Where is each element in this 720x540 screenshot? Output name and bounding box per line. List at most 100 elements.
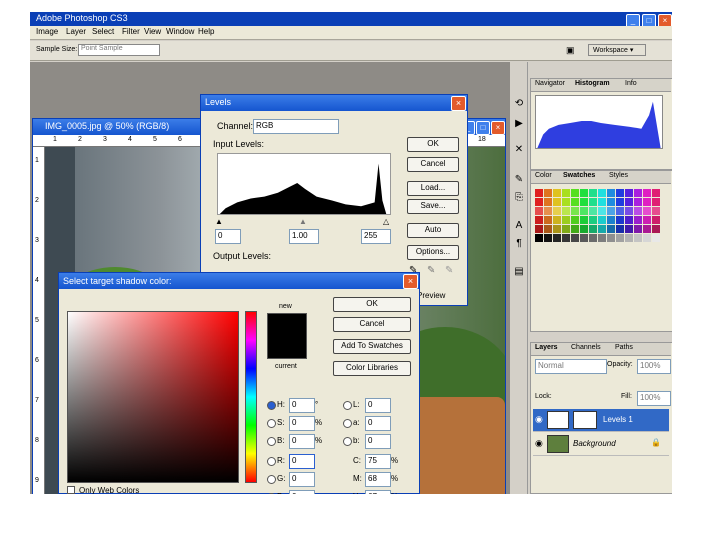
fill-field[interactable]: 100%	[637, 391, 671, 406]
levels-auto-button[interactable]: Auto	[407, 223, 459, 238]
swatch[interactable]	[562, 216, 570, 224]
swatch[interactable]	[598, 234, 606, 242]
menu-window[interactable]: Window	[166, 27, 194, 36]
visibility-eye-icon[interactable]: ◉	[535, 414, 543, 425]
layer-row-background[interactable]: ◉ Background 🔒	[533, 433, 669, 456]
picker-ok-button[interactable]: OK	[333, 297, 411, 312]
swatch[interactable]	[544, 234, 552, 242]
swatch[interactable]	[598, 216, 606, 224]
swatch-grid[interactable]	[535, 189, 661, 251]
tab-navigator[interactable]: Navigator	[535, 80, 565, 87]
hue-slider[interactable]	[245, 311, 257, 483]
swatch[interactable]	[616, 216, 624, 224]
swatch[interactable]	[544, 216, 552, 224]
swatch[interactable]	[589, 216, 597, 224]
menu-filter[interactable]: Filter	[122, 27, 140, 36]
swatch[interactable]	[634, 225, 642, 233]
saturation-field[interactable]: 0	[289, 416, 315, 431]
swatch[interactable]	[616, 225, 624, 233]
levels-cancel-button[interactable]: Cancel	[407, 157, 459, 172]
notes-icon[interactable]: ▤	[513, 266, 525, 278]
swatch[interactable]	[589, 189, 597, 197]
swatch[interactable]	[616, 189, 624, 197]
picker-cancel-button[interactable]: Cancel	[333, 317, 411, 332]
sample-size-select[interactable]: Point Sample	[78, 44, 160, 56]
add-to-swatches-button[interactable]: Add To Swatches	[333, 339, 411, 354]
swatch[interactable]	[535, 234, 543, 242]
swatch[interactable]	[553, 189, 561, 197]
swatch[interactable]	[625, 225, 633, 233]
paragraph-icon[interactable]: ¶	[513, 238, 525, 250]
swatch[interactable]	[571, 198, 579, 206]
preview-label[interactable]: Preview	[417, 291, 445, 300]
swatch[interactable]	[553, 198, 561, 206]
web-colors-checkbox[interactable]	[67, 486, 75, 494]
cyan-field[interactable]: 75	[365, 454, 391, 469]
swatch[interactable]	[580, 189, 588, 197]
a-radio[interactable]	[343, 419, 352, 428]
swatch[interactable]	[634, 207, 642, 215]
tab-info[interactable]: Info	[625, 80, 637, 87]
hue-radio[interactable]	[267, 401, 276, 410]
swatch[interactable]	[553, 225, 561, 233]
brightness-radio[interactable]	[267, 437, 276, 446]
levels-save-button[interactable]: Save...	[407, 199, 459, 214]
swatch[interactable]	[535, 225, 543, 233]
swatch[interactable]	[544, 225, 552, 233]
gray-eyedropper-icon[interactable]: ✎	[427, 265, 435, 276]
swatch[interactable]	[598, 225, 606, 233]
swatch[interactable]	[571, 234, 579, 242]
brightness-field[interactable]: 0	[289, 434, 315, 449]
swatch[interactable]	[535, 189, 543, 197]
swatch[interactable]	[598, 189, 606, 197]
swatch[interactable]	[607, 189, 615, 197]
green-radio[interactable]	[267, 475, 276, 484]
swatch[interactable]	[634, 234, 642, 242]
doc-close-icon[interactable]: ×	[491, 121, 505, 135]
lab-b-field[interactable]: 0	[365, 434, 391, 449]
swatch[interactable]	[571, 207, 579, 215]
swatch[interactable]	[589, 234, 597, 242]
red-field[interactable]: 0	[289, 454, 315, 469]
tab-swatches[interactable]: Swatches	[563, 172, 595, 179]
tab-histogram[interactable]: Histogram	[575, 80, 610, 87]
input-shadow-field[interactable]: 0	[215, 229, 241, 244]
clone-source-icon[interactable]: ⎘	[513, 192, 525, 204]
swatch[interactable]	[571, 216, 579, 224]
swatch[interactable]	[607, 225, 615, 233]
swatch[interactable]	[607, 198, 615, 206]
swatch[interactable]	[580, 216, 588, 224]
lab-b-radio[interactable]	[343, 437, 352, 446]
swatch[interactable]	[625, 207, 633, 215]
brushes-icon[interactable]: ✎	[513, 174, 525, 186]
swatch[interactable]	[616, 198, 624, 206]
swatch[interactable]	[634, 189, 642, 197]
swatch[interactable]	[580, 225, 588, 233]
swatch[interactable]	[544, 207, 552, 215]
swatch[interactable]	[535, 207, 543, 215]
levels-load-button[interactable]: Load...	[407, 181, 459, 196]
menu-help[interactable]: Help	[198, 27, 214, 36]
swatch[interactable]	[589, 207, 597, 215]
swatch[interactable]	[553, 216, 561, 224]
swatch[interactable]	[643, 198, 651, 206]
blend-mode-select[interactable]: Normal	[535, 359, 607, 374]
magenta-field[interactable]: 68	[365, 472, 391, 487]
yellow-field[interactable]: 67	[365, 490, 391, 494]
swatch[interactable]	[571, 189, 579, 197]
swatch[interactable]	[616, 207, 624, 215]
visibility-eye-icon[interactable]: ◉	[535, 438, 543, 449]
levels-close-icon[interactable]: ×	[451, 96, 466, 111]
swatch[interactable]	[598, 198, 606, 206]
swatch[interactable]	[643, 216, 651, 224]
levels-ok-button[interactable]: OK	[407, 137, 459, 152]
green-field[interactable]: 0	[289, 472, 315, 487]
highlight-slider-icon[interactable]: △	[383, 217, 389, 226]
layer-row-levels[interactable]: ◉ Levels 1	[533, 409, 669, 432]
swatch[interactable]	[625, 234, 633, 242]
history-icon[interactable]: ⟲	[513, 98, 525, 110]
swatch[interactable]	[607, 216, 615, 224]
swatch[interactable]	[571, 225, 579, 233]
swatch[interactable]	[652, 216, 660, 224]
color-field[interactable]	[67, 311, 239, 483]
